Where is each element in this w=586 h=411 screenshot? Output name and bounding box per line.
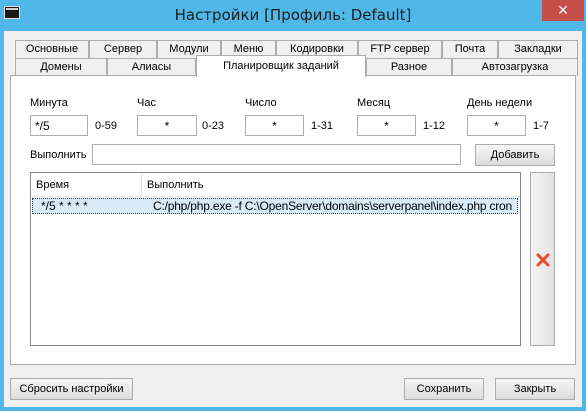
weekday-label: День недели (467, 97, 533, 109)
title-bar[interactable]: Настройки [Профиль: Default] ✕ (0, 0, 586, 31)
column-header-time[interactable]: Время (31, 173, 142, 196)
save-button[interactable]: Сохранить (404, 378, 484, 400)
day-range: 1-31 (311, 120, 334, 132)
execute-label: Выполнить (30, 149, 87, 161)
execute-command-input[interactable] (92, 144, 461, 165)
tab-scheduler[interactable]: Планировщик заданий (196, 55, 366, 77)
column-header-execute[interactable]: Выполнить (142, 173, 520, 196)
tab-aliases[interactable]: Алиасы (107, 58, 196, 76)
task-time-cell: */5 * * * * (41, 199, 88, 213)
month-label: Месяц (357, 97, 391, 109)
minute-label: Минута (30, 97, 68, 109)
table-row[interactable]: */5 * * * * C:/php/php.exe -f C:\OpenSer… (32, 198, 518, 214)
red-x-icon (536, 253, 550, 267)
task-command-cell: C:/php/php.exe -f C:\OpenServer\domains\… (153, 199, 513, 213)
window-close-button[interactable]: ✕ (542, 0, 584, 21)
hour-input[interactable] (137, 115, 197, 136)
tab-autostart[interactable]: Автозагрузка (452, 58, 578, 76)
reset-settings-button[interactable]: Сбросить настройки (10, 378, 133, 400)
minute-input[interactable] (30, 115, 88, 136)
task-list[interactable]: Время Выполнить */5 * * * * C:/php/php.e… (30, 172, 521, 346)
day-input[interactable] (245, 115, 304, 136)
delete-task-button[interactable] (530, 172, 555, 346)
hour-label: Час (137, 97, 156, 109)
tab-ftp-server[interactable]: FTP сервер (358, 40, 442, 58)
task-list-header: Время Выполнить (31, 173, 520, 197)
tab-server[interactable]: Сервер (89, 40, 157, 58)
add-task-button[interactable]: Добавить (475, 144, 555, 166)
weekday-input[interactable] (467, 115, 526, 136)
close-button[interactable]: Закрыть (495, 378, 575, 400)
tab-bookmarks[interactable]: Закладки (498, 40, 578, 58)
tab-general[interactable]: Основные (15, 40, 89, 58)
tab-domains[interactable]: Домены (15, 58, 107, 76)
tab-misc[interactable]: Разное (366, 58, 452, 76)
day-label: Число (245, 97, 277, 109)
minute-range: 0-59 (95, 120, 118, 132)
window-title: Настройки [Профиль: Default] (174, 6, 412, 24)
tab-mail[interactable]: Почта (442, 40, 498, 58)
month-range: 1-12 (423, 120, 446, 132)
weekday-range: 1-7 (533, 120, 549, 132)
settings-window: Настройки [Профиль: Default] ✕ Основные … (0, 0, 586, 411)
hour-range: 0-23 (202, 120, 225, 132)
month-input[interactable] (357, 115, 416, 136)
